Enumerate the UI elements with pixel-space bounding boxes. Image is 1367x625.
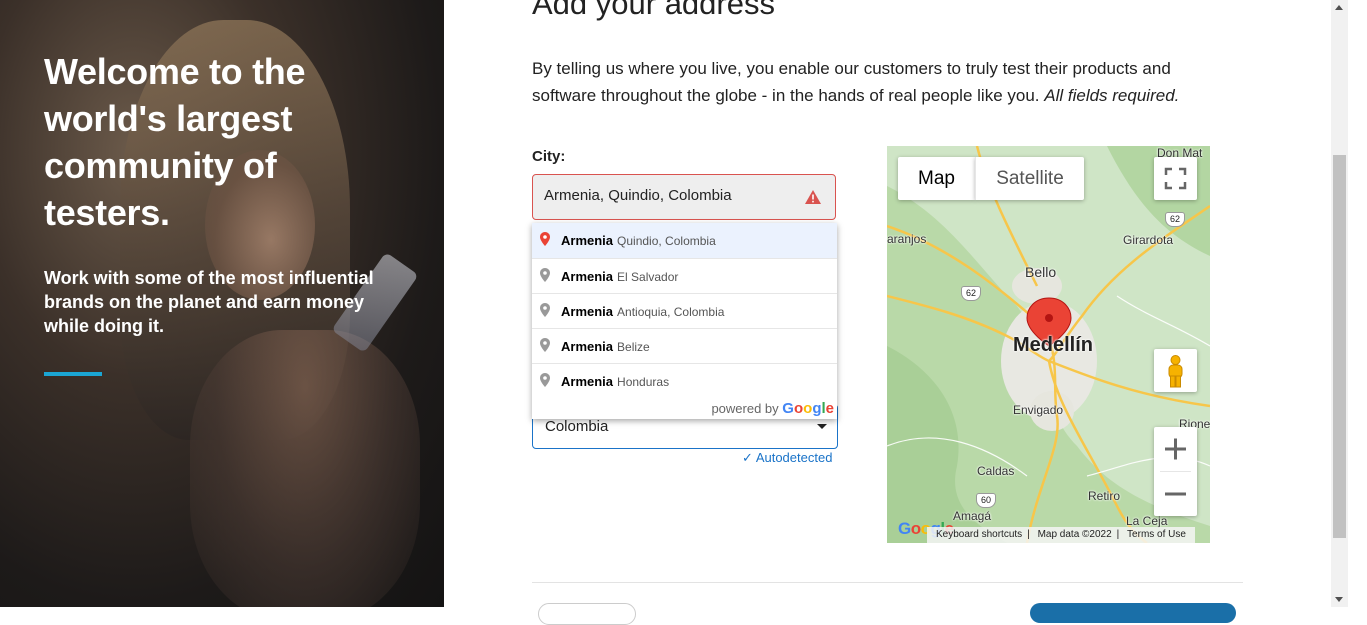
scroll-down-arrow-icon[interactable] (1335, 597, 1343, 602)
autocomplete-item-secondary: Quindio, Colombia (617, 234, 716, 248)
route-shield-62: 62 (961, 286, 981, 301)
map-label-bello: Bello (1025, 264, 1057, 280)
intro-required: All fields required. (1044, 86, 1180, 105)
map-label-laranjos: aranjos (887, 232, 927, 246)
map-label-envigado: Envigado (1013, 403, 1064, 417)
city-field[interactable] (532, 174, 836, 220)
autocomplete-item[interactable]: Armenia El Salvador (532, 258, 837, 293)
hero-panel: Welcome to the world's largest community… (0, 0, 444, 607)
autocomplete-item-text: Armenia El Salvador (561, 269, 678, 284)
fullscreen-button[interactable] (1154, 157, 1197, 200)
fullscreen-icon (1164, 167, 1187, 190)
autocomplete-item-main: Armenia (561, 269, 614, 284)
autocomplete-item-text: Armenia Honduras (561, 374, 669, 389)
autocomplete-item[interactable]: Armenia Quindio, Colombia (532, 223, 837, 258)
map-label-retiro: Retiro (1088, 489, 1121, 503)
scrollbar-thumb[interactable] (1333, 155, 1346, 538)
autocomplete-item-main: Armenia (561, 339, 614, 354)
location-pin-icon (540, 338, 550, 355)
map[interactable]: Don Mat aranjos Girardota Bello Medellín… (887, 146, 1210, 543)
zoom-control (1154, 427, 1197, 516)
checkmark-icon: ✓ (742, 450, 753, 465)
location-pin-icon (540, 373, 550, 390)
map-type-satellite-button[interactable]: Satellite (975, 157, 1084, 200)
page-scrollbar[interactable] (1331, 0, 1348, 607)
location-pin-icon (540, 268, 550, 285)
autocomplete-item-text: Armenia Belize (561, 339, 650, 354)
hero-photo-arms (190, 330, 420, 607)
autocomplete-item-text: Armenia Quindio, Colombia (561, 233, 716, 248)
powered-by-label: powered by (711, 401, 779, 416)
location-pin-icon (540, 303, 550, 320)
map-data-text: Map data ©2022 (1037, 529, 1112, 540)
route-shield-60: 60 (976, 493, 996, 508)
autocomplete-item[interactable]: Armenia Belize (532, 328, 837, 363)
pegman-icon (1168, 355, 1183, 388)
autodetected-label: Autodetected (755, 450, 833, 465)
map-label-medellin: Medellín (1013, 334, 1094, 356)
autocomplete-dropdown: Armenia Quindio, Colombia Armenia El Salvad… (532, 223, 837, 419)
map-label-caldas: Caldas (977, 464, 1015, 478)
autocomplete-item-secondary: Antioquia, Colombia (617, 305, 725, 319)
autocomplete-item[interactable]: Armenia Antioquia, Colombia (532, 293, 837, 328)
keyboard-shortcuts-link[interactable]: Keyboard shortcuts (936, 529, 1022, 540)
map-label-la-ceja: La Ceja (1126, 514, 1168, 528)
scroll-up-arrow-icon[interactable] (1335, 5, 1343, 10)
route-shield-62: 62 (1165, 212, 1185, 227)
autocomplete-item-text: Armenia Antioquia, Colombia (561, 304, 724, 319)
zoom-out-button[interactable] (1154, 472, 1197, 516)
hero-subtitle: Work with some of the most influential b… (44, 268, 374, 336)
continue-button[interactable] (1030, 603, 1236, 623)
autocomplete-item-secondary: Honduras (617, 375, 670, 389)
autocomplete-item-secondary: Belize (617, 340, 650, 354)
map-label-amaga: Amagá (953, 509, 992, 523)
autodetected-note: ✓ Autodetected (742, 450, 832, 466)
city-label: City: (532, 148, 566, 165)
autocomplete-item-secondary: El Salvador (617, 270, 679, 284)
form-divider (532, 582, 1243, 583)
page-title: Add your address (532, 0, 775, 21)
warning-icon (805, 190, 821, 204)
map-type-map-button[interactable]: Map (898, 157, 975, 200)
map-label-girardota: Girardota (1123, 233, 1174, 247)
powered-by-google: powered by Google (711, 400, 834, 417)
street-view-pegman-button[interactable] (1154, 349, 1197, 392)
terms-of-use-link[interactable]: Terms of Use (1127, 529, 1186, 540)
map-attribution-bar: Keyboard shortcuts | Map data ©2022 | Term… (927, 527, 1195, 543)
intro-text: By telling us where you live, you enable… (532, 55, 1222, 109)
location-pin-icon (540, 232, 550, 249)
caret-down-icon (817, 424, 827, 429)
autocomplete-item-main: Armenia (561, 304, 614, 319)
country-value: Colombia (545, 418, 609, 435)
city-input[interactable] (544, 187, 794, 204)
google-logo: Google (782, 400, 834, 417)
zoom-in-button[interactable] (1154, 427, 1197, 471)
autocomplete-item-main: Armenia (561, 233, 614, 248)
autocomplete-item[interactable]: Armenia Honduras (532, 363, 837, 398)
hero-accent-bar (44, 372, 102, 376)
back-button[interactable] (538, 603, 636, 625)
hero-title: Welcome to the world's largest community… (44, 51, 306, 233)
autocomplete-item-main: Armenia (561, 374, 614, 389)
